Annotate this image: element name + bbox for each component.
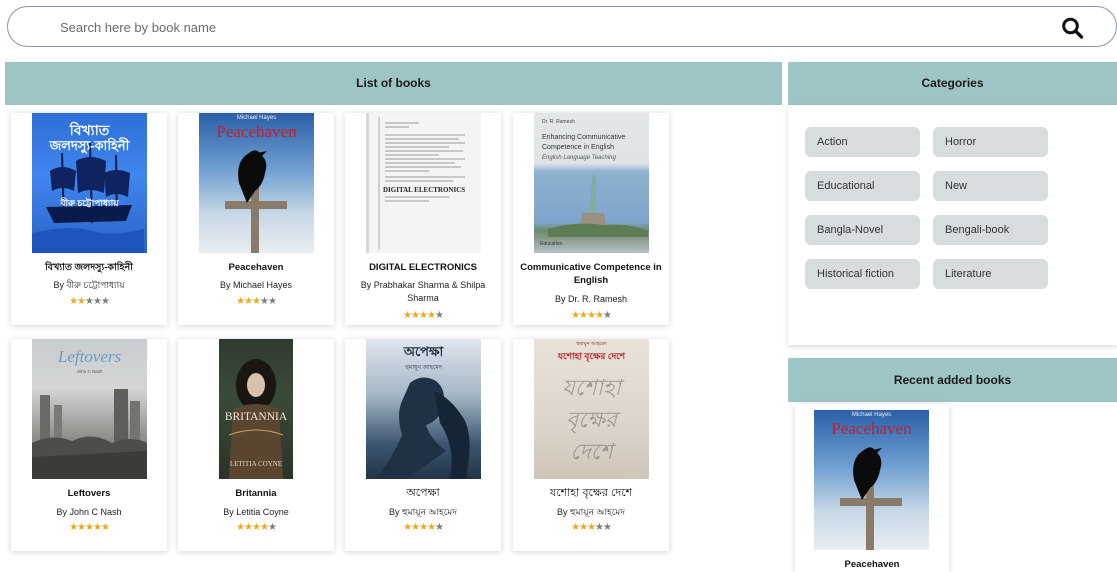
cover-author: হুমায়ূন আহমেদ (576, 341, 607, 347)
book-title: যশোহা বৃক্ষের দেশে (549, 487, 633, 499)
book-title: Communicative Competence in English (520, 262, 662, 286)
books-panel-title: List of books (5, 62, 782, 105)
book-title: Britannia (235, 488, 277, 499)
search-icon[interactable] (1060, 16, 1086, 40)
book-card[interactable]: অপেক্ষা হুমায়ূন আহমেদ অপেক্ষা By হুমায়… (345, 339, 501, 551)
category-literature[interactable]: Literature (933, 259, 1048, 289)
book-cover: DIGITAL ELECTRONICS (366, 113, 481, 253)
book-author: By বীরু চট্টোপাধ্যায় (53, 280, 125, 290)
cover-title: Peacehaven (831, 419, 912, 438)
cover-author: LETITIA COYNE (229, 460, 283, 468)
category-new[interactable]: New (933, 171, 1048, 201)
book-card[interactable]: হুমায়ূন আহমেদ যশোহা বৃক্ষের দেশে যশোহা … (513, 339, 669, 551)
book-cover: Michael Hayes Peacehaven (199, 113, 314, 253)
book-cover: Michael Hayes Peacehaven (814, 410, 929, 550)
cover-calligraphy: দেশে (570, 439, 613, 464)
book-cover: হুমায়ূন আহমেদ যশোহা বৃক্ষের দেশে যশোহা … (534, 339, 649, 479)
book-author: By John C Nash (56, 507, 122, 517)
rating-stars: ★★★★★ (69, 296, 110, 307)
cover-author: Dr. R. Ramesh (542, 119, 575, 125)
category-historical-fiction[interactable]: Historical fiction (805, 259, 920, 289)
book-author: By Letitia Coyne (223, 507, 289, 517)
cover-title: DIGITAL ELECTRONICS (383, 186, 466, 194)
categories-panel-title: Categories (788, 62, 1117, 105)
category-bangla-novel[interactable]: Bangla-Novel (805, 215, 920, 245)
cover-title: জলদস্যু-কাহিনী (49, 138, 130, 153)
cover-title: Peacehaven (216, 122, 297, 141)
category-educational[interactable]: Educational (805, 171, 920, 201)
book-author: By Michael Hayes (219, 280, 293, 290)
cover-author: হুমায়ূন আহমেদ (405, 365, 442, 371)
rating-stars: ★★★★★ (571, 522, 612, 533)
cover-author: বীরু চট্টোপাধ্যায় (60, 198, 119, 208)
rating-stars: ★★★★★ (69, 522, 110, 533)
category-action[interactable]: Action (805, 127, 920, 157)
book-title: Peacehaven (228, 262, 284, 273)
document-text-image (378, 117, 465, 249)
book-title: DIGITAL ELECTRONICS (369, 262, 477, 273)
categories-panel: Action Horror Educational New Bangla-Nov… (788, 105, 1117, 345)
category-horror[interactable]: Horror (933, 127, 1048, 157)
book-author: By Prabhakar Sharma & Shilpa Sharma (360, 280, 486, 303)
book-cover: অপেক্ষা হুমায়ূন আহমেদ (366, 339, 481, 479)
rating-stars: ★★★★★ (571, 310, 612, 321)
cover-title: যশোহা বৃক্ষের দেশে (557, 351, 626, 361)
book-cover: বিখ্যাত জলদস্যু-কাহিনী বীরু চট্টোপাধ্যায… (32, 113, 147, 253)
book-cover: Leftovers John C Nash (32, 339, 147, 479)
recent-panel-title: Recent added books (788, 358, 1117, 402)
rating-stars: ★★★★★ (403, 310, 444, 321)
book-card[interactable]: BRITANNIA LETITIA COYNE Britannia By Let… (178, 339, 334, 551)
book-cover: BRITANNIA LETITIA COYNE (219, 339, 293, 479)
rating-stars: ★★★★★ (403, 522, 444, 533)
book-card[interactable]: বিখ্যাত জলদস্যু-কাহিনী বীরু চট্টোপাধ্যায… (11, 113, 167, 325)
search-input[interactable] (60, 16, 1020, 38)
woman-portrait-image (228, 359, 284, 479)
recent-book-card[interactable]: Michael Hayes Peacehaven Peacehaven (795, 404, 949, 572)
book-author: By হুমায়ূন আহমেদ (556, 507, 626, 517)
book-card[interactable]: Leftovers John C Nash Leftovers By John … (11, 339, 167, 551)
rating-stars: ★★★★★ (236, 522, 277, 533)
cover-author: Michael Hayes (236, 115, 277, 121)
cover-subtitle: English Language Teaching (542, 155, 616, 161)
category-bengali-book[interactable]: Bengali-book (933, 215, 1048, 245)
cover-title: অপেক্ষা (403, 344, 444, 359)
rating-stars: ★★★★★ (236, 296, 277, 307)
cover-label: Education (540, 241, 563, 247)
cover-title: Leftovers (57, 347, 122, 366)
recent-book-title: Peacehaven (844, 559, 900, 570)
book-card[interactable]: Dr. R. Ramesh Enhancing Communicative Co… (513, 113, 669, 325)
book-card[interactable]: DIGITAL ELECTRONICS DIGITAL ELECTRONICS … (345, 113, 501, 325)
book-author: By হুমায়ূন আহমেদ (388, 507, 458, 517)
search-bar (7, 6, 1117, 47)
book-card[interactable]: Michael Hayes Peacehaven Peacehaven By M… (178, 113, 334, 325)
cover-title: BRITANNIA (224, 411, 288, 423)
cover-title: Enhancing Communicative Competence in En… (542, 134, 626, 151)
cover-author: John C Nash (76, 369, 103, 374)
cover-author: Michael Hayes (851, 412, 892, 418)
book-cover: Dr. R. Ramesh Enhancing Communicative Co… (534, 113, 649, 253)
book-title: বিখ্যাত জলদস্যু-কাহিনী (45, 262, 133, 273)
book-title: Leftovers (67, 488, 111, 499)
book-author: By Dr. R. Ramesh (554, 294, 628, 304)
book-title: অপেক্ষা (406, 487, 440, 499)
